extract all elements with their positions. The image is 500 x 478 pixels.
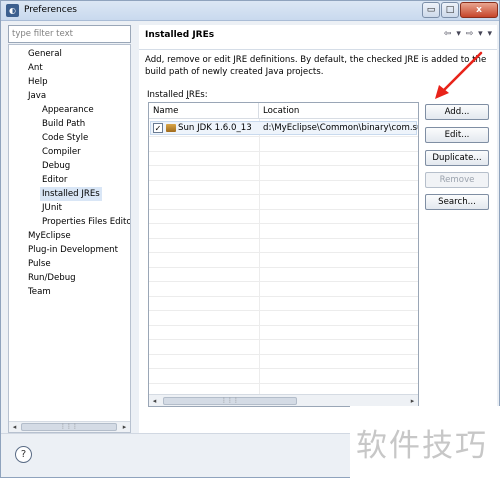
scrollbar-thumb[interactable]: ⋮⋮⋮ — [163, 397, 297, 405]
table-grid-line — [149, 324, 418, 326]
table-grid-line — [149, 237, 418, 239]
tree-item[interactable]: JUnit — [40, 201, 64, 215]
help-icon[interactable]: ? — [15, 446, 32, 463]
table-grid-line — [149, 136, 418, 137]
tree-item[interactable]: Pulse — [26, 257, 53, 271]
page-header: Installed JREs ⇦ ▾ ⇨ ▾ ▾ — [139, 25, 497, 49]
table-header: Name Location — [149, 103, 418, 119]
installed-jres-label: Installed JREs: — [147, 90, 208, 100]
tree-item[interactable]: General — [26, 47, 64, 61]
table-grid-line — [149, 310, 418, 311]
tree-item[interactable]: MyEclipse — [26, 229, 73, 243]
tree-item[interactable]: Help — [26, 75, 50, 89]
table-grid-line — [149, 252, 418, 253]
scroll-right-icon[interactable]: ▸ — [119, 422, 130, 432]
table-grid-line — [149, 382, 418, 384]
preference-tree: Team Run/Debug Pulse Plug-in Development MyE… — [8, 44, 131, 433]
minimize-button[interactable]: ▭ — [422, 2, 440, 18]
tree-item[interactable]: Build Path — [40, 117, 87, 131]
table-grid-line — [149, 295, 418, 297]
tree-item[interactable]: Team — [26, 285, 53, 299]
jre-name-cell: Sun JDK 1.6.0_13 — [178, 123, 252, 133]
tree-item[interactable]: Plug-in Development — [26, 243, 120, 257]
search-button[interactable]: Search... — [425, 194, 489, 210]
tree-item[interactable]: Debug — [40, 159, 72, 173]
table-grid-line — [149, 179, 418, 181]
tree-item[interactable]: Properties Files Edito — [40, 215, 130, 229]
filter-input[interactable] — [8, 25, 131, 43]
add-button[interactable]: Add... — [425, 104, 489, 120]
jre-library-icon — [166, 124, 176, 132]
scroll-left-icon[interactable]: ◂ — [9, 422, 20, 432]
maximize-button[interactable]: □ — [441, 2, 459, 18]
jre-table[interactable]: Name Location ✓ Sun JDK 1.6.0_13 d:\MyEc… — [148, 102, 419, 407]
watermark-overlay: 软件技巧 — [350, 406, 500, 478]
window-title: Preferences — [24, 5, 77, 15]
tree-item[interactable]: Code Style — [40, 131, 90, 145]
scrollbar-thumb[interactable]: ⋮⋮⋮ — [21, 423, 117, 431]
table-grid-line — [149, 194, 418, 195]
tree-item[interactable]: Java — [26, 89, 48, 103]
eclipse-app-icon: ◐ — [6, 4, 19, 17]
tree-item[interactable]: Ant — [26, 61, 45, 75]
title-bar[interactable]: ◐ Preferences ▭ □ x — [1, 1, 499, 21]
label-suffix: REs: — [188, 90, 208, 100]
installed-jres-page: Add, remove or edit JRE definitions. By … — [139, 49, 497, 433]
table-grid-line — [149, 281, 418, 282]
column-header-location[interactable]: Location — [259, 103, 418, 119]
table-grid-line — [149, 339, 418, 340]
duplicate-button[interactable]: Duplicate... — [425, 150, 489, 166]
label-prefix: Installed — [147, 90, 187, 100]
tree-item[interactable]: Editor — [40, 173, 69, 187]
table-grid-line — [149, 353, 418, 355]
tree-item[interactable]: Appearance — [40, 103, 96, 117]
table-grid-line — [149, 208, 418, 210]
remove-button[interactable]: Remove — [425, 172, 489, 188]
jre-default-checkbox[interactable]: ✓ — [153, 123, 163, 133]
table-horizontal-scrollbar[interactable]: ◂ ⋮⋮⋮ ▸ — [149, 394, 418, 406]
table-grid-line — [149, 165, 418, 166]
close-button[interactable]: x — [460, 2, 498, 18]
table-grid-line — [149, 368, 418, 369]
table-grid-line — [149, 150, 418, 152]
scroll-left-icon[interactable]: ◂ — [149, 395, 160, 406]
page-title: Installed JREs — [145, 30, 215, 40]
annotation-arrow-icon — [435, 51, 483, 99]
watermark-text: 软件技巧 — [356, 428, 488, 464]
preferences-navigation: TeamRun/DebugPulsePlug-in DevelopmentMyE… — [8, 25, 131, 433]
tree-horizontal-scrollbar[interactable]: ◂ ⋮⋮⋮ ▸ — [9, 421, 130, 432]
edit-button[interactable]: Edit... — [425, 127, 489, 143]
tree-item[interactable]: Installed JREs — [40, 187, 102, 201]
column-header-name[interactable]: Name — [149, 103, 259, 119]
tree-item[interactable]: Run/Debug — [26, 271, 78, 285]
jre-location-cell: d:\MyEclipse\Common\binary\com.su — [263, 123, 418, 133]
history-navigation-icon[interactable]: ⇦ ▾ ⇨ ▾ ▾ — [444, 29, 493, 39]
table-grid-line — [149, 266, 418, 268]
table-grid-line — [149, 223, 418, 224]
tree-item[interactable]: Compiler — [40, 145, 83, 159]
